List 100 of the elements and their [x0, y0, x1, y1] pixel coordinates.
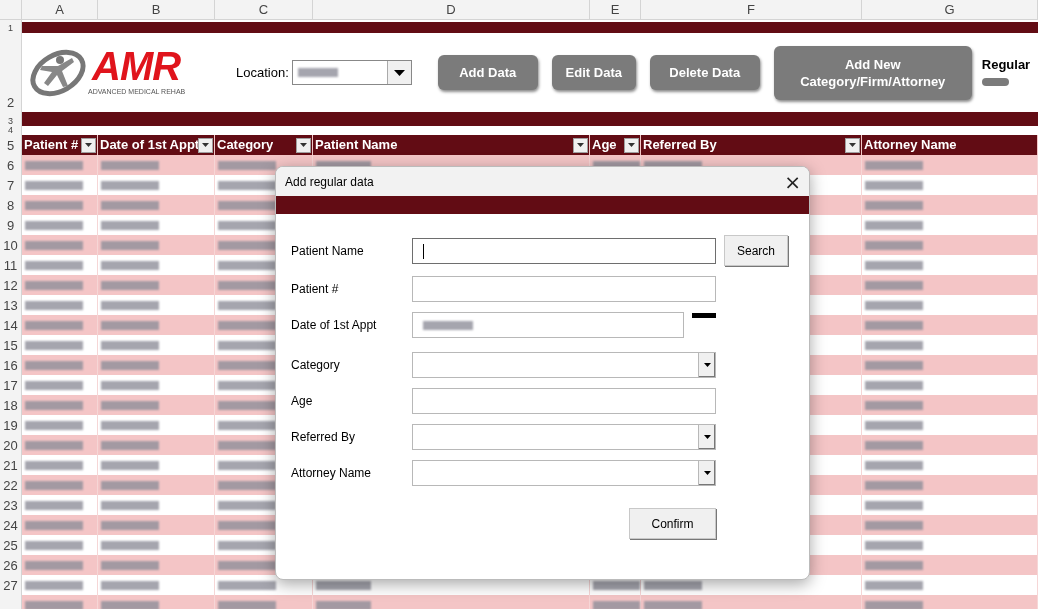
- row-number[interactable]: 18: [3, 399, 18, 415]
- filter-button[interactable]: [296, 137, 311, 153]
- toolbar-button[interactable]: Add New Category/Firm/Attorney: [773, 45, 972, 100]
- dropdown-field[interactable]: [412, 424, 716, 450]
- redacted-text: [218, 560, 276, 570]
- redacted-text: [101, 520, 159, 530]
- row-number[interactable]: 24: [3, 519, 18, 535]
- row-number[interactable]: 16: [3, 359, 18, 375]
- redacted-text: [25, 500, 83, 510]
- redacted-text: [865, 240, 923, 250]
- filter-button[interactable]: [573, 137, 588, 153]
- row-number[interactable]: 10: [3, 239, 18, 255]
- row-number[interactable]: 15: [3, 339, 18, 355]
- redacted-text: [25, 180, 83, 190]
- field-label: Attorney Name: [291, 465, 373, 482]
- dropdown-field[interactable]: [412, 352, 716, 378]
- filter-button[interactable]: [624, 137, 639, 153]
- redacted-text: [25, 200, 83, 210]
- dropdown-field[interactable]: [412, 460, 716, 486]
- redacted-text: [101, 580, 159, 590]
- redacted-text: [101, 200, 159, 210]
- redacted-text: [101, 180, 159, 190]
- row-number[interactable]: 21: [3, 459, 18, 475]
- row-number[interactable]: 20: [3, 439, 18, 455]
- redacted-text: [101, 460, 159, 470]
- redacted-text: [218, 580, 276, 590]
- column-letter[interactable]: G: [944, 0, 955, 20]
- toolbar-button[interactable]: Add Data: [437, 55, 538, 90]
- redacted-text: [218, 240, 276, 250]
- redacted-text: [25, 260, 83, 270]
- redacted-text: [25, 160, 83, 170]
- row-number[interactable]: 13: [3, 299, 18, 315]
- redacted-text: [865, 560, 923, 570]
- row-number[interactable]: 23: [3, 499, 18, 515]
- row-number[interactable]: 25: [3, 539, 18, 555]
- field-label: Patient Name: [291, 243, 365, 260]
- redacted-text: [25, 440, 83, 450]
- row-number[interactable]: 19: [3, 419, 18, 435]
- input-field[interactable]: [412, 312, 684, 338]
- redacted-text: [865, 200, 923, 210]
- redacted-text: [101, 320, 159, 330]
- column-header: Age: [592, 136, 617, 155]
- row-number[interactable]: 26: [3, 559, 18, 575]
- redacted-text: [593, 600, 640, 609]
- row-number[interactable]: 7: [6, 179, 15, 195]
- redacted-text: [25, 360, 83, 370]
- redacted-text: [297, 68, 338, 77]
- row-number[interactable]: 6: [6, 159, 15, 175]
- redacted-text: [25, 460, 83, 470]
- column-letter[interactable]: B: [151, 0, 161, 20]
- caret-icon: [577, 143, 584, 147]
- redacted-text: [25, 340, 83, 350]
- toolbar-button[interactable]: Edit Data: [551, 55, 636, 90]
- input-field[interactable]: [412, 238, 716, 264]
- filter-button[interactable]: [81, 137, 96, 153]
- logo-text: AMR: [92, 45, 181, 86]
- column-letter[interactable]: F: [747, 0, 755, 20]
- column-letter[interactable]: D: [446, 0, 456, 20]
- toggle-switch[interactable]: [981, 77, 1009, 86]
- input-field[interactable]: [412, 388, 716, 414]
- redacted-text: [25, 600, 83, 609]
- redacted-text: [101, 400, 159, 410]
- row-number[interactable]: 1: [8, 24, 13, 33]
- row-number[interactable]: 3: [8, 117, 13, 126]
- row-number[interactable]: 9: [6, 219, 15, 235]
- column-letter[interactable]: A: [55, 0, 64, 20]
- redacted-text: [865, 280, 923, 290]
- redacted-text: [101, 500, 159, 510]
- row-number[interactable]: 11: [3, 259, 18, 275]
- redacted-text: [218, 260, 276, 270]
- redacted-text: [101, 280, 159, 290]
- row-number[interactable]: 5: [6, 139, 15, 155]
- redacted-text: [218, 460, 276, 470]
- row-number[interactable]: 2: [6, 96, 15, 112]
- column-letter[interactable]: C: [258, 0, 269, 20]
- redacted-text: [865, 340, 923, 350]
- row-number[interactable]: 17: [3, 379, 18, 395]
- redacted-text: [25, 420, 83, 430]
- search-button[interactable]: Search: [724, 235, 788, 266]
- redacted-text: [423, 320, 473, 330]
- column-letter[interactable]: E: [610, 0, 620, 20]
- row-number[interactable]: 14: [3, 319, 18, 335]
- row-number[interactable]: 27: [3, 579, 18, 595]
- toolbar-button[interactable]: Delete Data: [649, 55, 760, 90]
- row-number[interactable]: 12: [3, 279, 18, 295]
- column-header: Category: [217, 136, 274, 155]
- confirm-button[interactable]: Confirm: [629, 508, 716, 539]
- redacted-text: [865, 380, 923, 390]
- redacted-text: [865, 320, 923, 330]
- filter-button[interactable]: [845, 137, 860, 153]
- redacted-text: [316, 580, 371, 590]
- row-number[interactable]: 22: [3, 479, 18, 495]
- redacted-text: [218, 420, 276, 430]
- redacted-text: [25, 580, 83, 590]
- row-number[interactable]: 4: [8, 126, 13, 135]
- dialog-title: Add regular data: [285, 173, 374, 191]
- input-field[interactable]: [412, 276, 716, 302]
- close-button[interactable]: ×: [784, 171, 801, 192]
- filter-button[interactable]: [198, 137, 213, 153]
- row-number[interactable]: 8: [6, 199, 15, 215]
